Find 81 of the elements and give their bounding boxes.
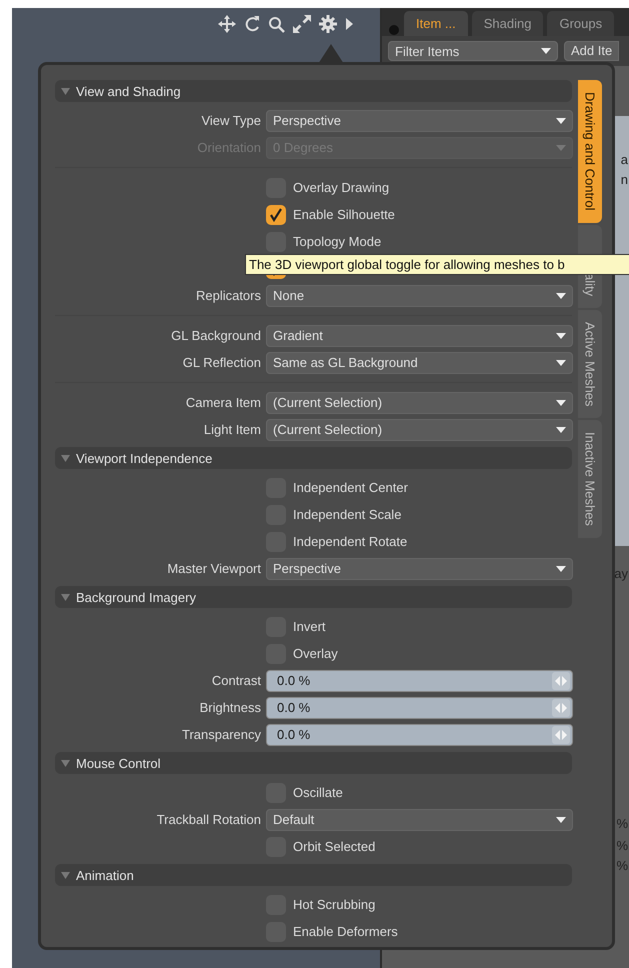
collapse-icon[interactable] [61,454,70,462]
settings-icon[interactable] [319,15,337,33]
checkbox-label: Hot Scrubbing [293,897,376,912]
field-label: View Type [201,113,261,128]
panel-text: ay [614,566,628,581]
add-item-button[interactable]: Add Ite [564,41,620,61]
number-field[interactable]: 0.0 % [266,670,573,692]
expand-icon[interactable] [293,15,311,33]
checkbox-label: Topology Mode [293,234,382,249]
panel-text: a [620,152,628,167]
dropdown[interactable]: Perspective [266,110,573,132]
field-label: Replicators [196,288,261,303]
panel-tab[interactable]: Groups [547,11,614,36]
field-label: Light Item [204,422,261,437]
side-tab[interactable]: Active Meshes [578,310,602,418]
dropdown[interactable]: Default [266,808,573,830]
checkbox-label: Overlay Drawing [293,180,390,195]
dropdown[interactable]: None [266,284,573,306]
number-field[interactable]: 0.0 % [266,724,573,746]
number-field[interactable]: 0.0 % [266,696,573,718]
dropdown[interactable]: Perspective [266,558,573,580]
checkbox-label: Orbit Selected [293,839,376,854]
caret-icon [556,816,566,822]
caret-icon [556,400,566,406]
dropdown[interactable]: (Current Selection) [266,418,573,440]
caret-icon [556,426,566,432]
caret-icon [556,360,566,366]
side-tab[interactable]: Inactive Meshes [578,420,602,538]
section-header[interactable]: Background Imagery [55,586,572,608]
caret-icon [556,144,566,150]
checkbox-label: Independent Center [293,480,408,495]
play-icon[interactable] [345,16,354,32]
dropdown[interactable]: Same as GL Background [266,352,573,374]
section-header[interactable]: Viewport Independence [55,447,572,469]
collapse-icon[interactable] [61,592,70,602]
checkbox-label: Invert [293,619,326,634]
field-label: Brightness [200,700,261,715]
caret-icon [541,48,551,54]
dropdown[interactable]: (Current Selection) [266,392,573,414]
tooltip: The 3D viewport global toggle for allowing meshes to b [245,254,629,275]
field-label: GL Reflection [182,355,261,370]
checkbox[interactable] [266,204,286,224]
side-tab[interactable]: Drawing and Control [578,80,602,223]
checkbox-label: Overlay [293,646,338,661]
field-label: Camera Item [186,395,261,410]
collapse-icon[interactable] [61,758,70,768]
caret-icon [556,566,566,572]
section-header[interactable]: Mouse Control [55,752,572,774]
section-header[interactable]: View and Shading [55,80,572,102]
panel-text: n [620,172,628,187]
panel-text: % [616,838,628,853]
stepper-icon[interactable] [552,698,570,716]
collapse-icon[interactable] [61,86,70,96]
caret-icon [556,292,566,298]
search-icon[interactable] [268,16,285,32]
check-icon [268,207,284,222]
panel-text: % [616,858,628,873]
stepper-icon[interactable] [552,672,570,690]
filter-dropdown[interactable]: Filter Items [388,41,558,61]
panel-tab[interactable]: Shading [472,11,544,36]
circle-icon[interactable] [388,24,400,36]
rotate-icon[interactable] [244,15,260,33]
collapse-icon[interactable] [61,870,70,880]
field-label: GL Background [171,328,261,343]
caret-icon [556,332,566,338]
caret-icon [556,118,566,124]
checkbox-label: Enable Deformers [293,924,398,939]
field-label: Master Viewport [167,561,261,576]
field-label: Contrast [212,673,261,688]
move-icon[interactable] [218,15,236,33]
dropdown[interactable]: Gradient [266,324,573,346]
panel-tab[interactable]: Item ... [404,11,468,36]
checkbox-label: Independent Rotate [293,534,408,549]
checkbox-label: Independent Scale [293,507,402,522]
checkbox-label: Oscillate [293,785,343,800]
checkbox-label: Enable Silhouette [293,207,395,222]
stepper-icon[interactable] [552,726,570,744]
field-label: Trackball Rotation [156,812,261,827]
section-header[interactable]: Animation [55,864,572,886]
field-label: Transparency [182,727,261,742]
panel-text: % [616,816,628,831]
